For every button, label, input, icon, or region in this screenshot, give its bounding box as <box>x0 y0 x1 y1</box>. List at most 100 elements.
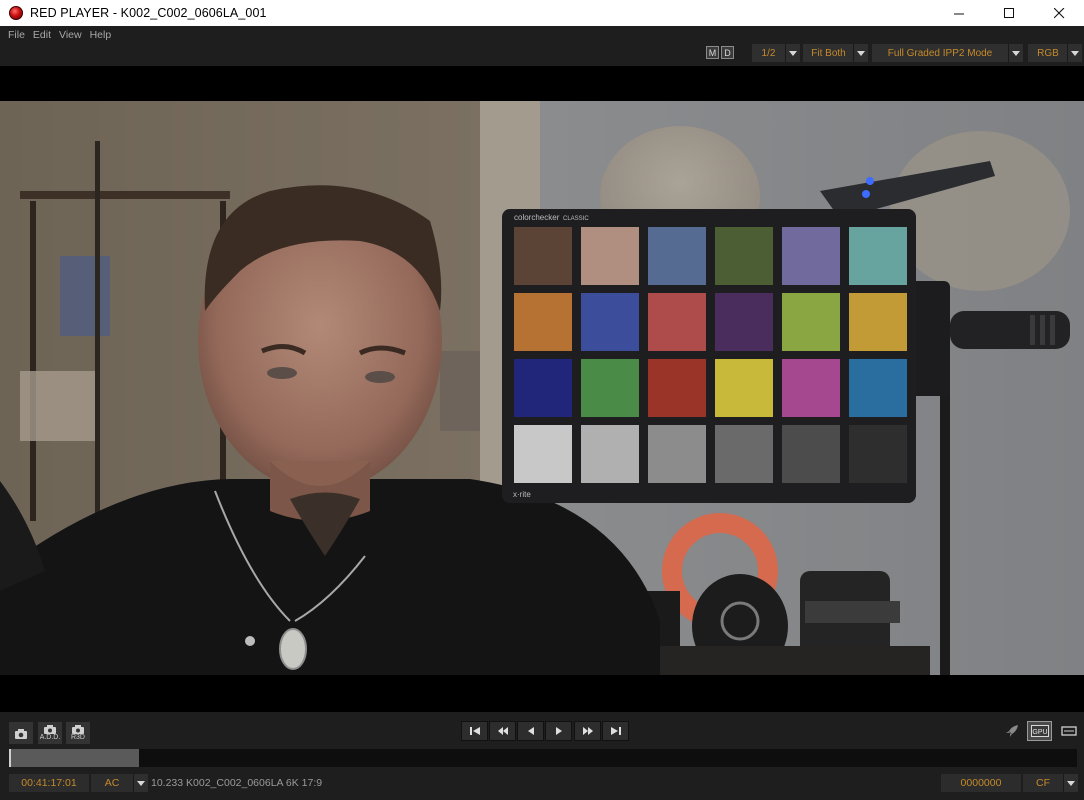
play-icon <box>555 727 562 735</box>
rocket-icon <box>1005 725 1018 737</box>
chart-brand-text: colorchecker <box>514 213 560 222</box>
red-app-icon <box>9 6 23 20</box>
minimize-button[interactable] <box>934 0 984 26</box>
color-patch <box>715 359 773 417</box>
clip-info-text: 10.233 K002_C002_0606LA 6K 17:9 <box>151 777 323 789</box>
chevron-down-icon <box>1071 50 1079 56</box>
snapshot-add-label: A.D.D. <box>39 734 61 741</box>
chart-maker-text: x·rite <box>513 490 531 499</box>
color-patch <box>782 293 840 351</box>
color-patch <box>648 359 706 417</box>
color-patch <box>648 293 706 351</box>
color-mode-dropdown[interactable]: Full Graded IPP2 Mode <box>872 44 1008 62</box>
video-viewer[interactable]: colorchecker CLASSIC x·rite <box>0 66 1084 712</box>
snapshot-button[interactable] <box>9 722 33 744</box>
color-patch <box>514 227 572 285</box>
chevron-down-icon <box>1067 780 1075 786</box>
play-button[interactable] <box>545 721 572 741</box>
frame-mode-arrow[interactable] <box>1063 774 1078 792</box>
color-patch <box>715 227 773 285</box>
menu-help[interactable]: Help <box>86 29 116 41</box>
chevron-down-icon <box>789 50 797 56</box>
gpu-toggle-button[interactable]: GPU <box>1027 721 1052 741</box>
maximize-icon <box>1003 7 1014 18</box>
red-player-window: RED PLAYER - K002_C002_0606LA_001 File E… <box>0 0 1084 800</box>
skip-to-end-icon <box>610 727 621 735</box>
close-button[interactable] <box>1034 0 1084 26</box>
menu-view[interactable]: View <box>55 29 86 41</box>
timecode-display: 00:41:17:01 <box>9 774 89 792</box>
close-icon <box>1053 7 1064 18</box>
menu-edit[interactable]: Edit <box>29 29 55 41</box>
fit-mode-dropdown-arrow[interactable] <box>853 44 868 62</box>
color-patch <box>849 293 907 351</box>
go-to-start-button[interactable] <box>461 721 488 741</box>
fast-reverse-icon <box>497 727 508 735</box>
color-patch <box>581 293 639 351</box>
monitor-d-button[interactable]: D <box>721 46 734 59</box>
video-frame-image: colorchecker CLASSIC x·rite <box>0 101 1084 675</box>
minimize-icon <box>953 13 964 14</box>
resolution-dropdown-arrow[interactable] <box>785 44 800 62</box>
color-patch <box>648 227 706 285</box>
viewer-toolbar: M D 1/2 Fit Both Full Graded IPP2 Mode R… <box>0 44 1084 66</box>
transport-bar: A.D.D. R3D GPU 00:41:17:01 AC 10.233 K00… <box>0 712 1084 800</box>
color-patch <box>782 359 840 417</box>
snapshot-r3d-button[interactable]: R3D <box>66 722 90 744</box>
monitor-m-button[interactable]: M <box>706 46 719 59</box>
color-patch <box>581 359 639 417</box>
maximize-button[interactable] <box>984 0 1034 26</box>
video-frame: colorchecker CLASSIC x·rite <box>0 101 1084 675</box>
menu-file[interactable]: File <box>4 29 29 41</box>
window-title: RED PLAYER - K002_C002_0606LA_001 <box>30 6 267 20</box>
color-mode-dropdown-arrow[interactable] <box>1008 44 1023 62</box>
chevron-down-icon <box>137 780 145 786</box>
rocket-toggle-button[interactable] <box>999 721 1024 741</box>
channel-dropdown[interactable]: RGB <box>1028 44 1068 62</box>
window-controls <box>934 0 1084 26</box>
gpu-icon: GPU <box>1030 725 1049 737</box>
color-patch <box>782 227 840 285</box>
color-patch <box>514 425 572 483</box>
fit-mode-dropdown[interactable]: Fit Both <box>803 44 854 62</box>
chart-variant-text: CLASSIC <box>563 216 589 222</box>
color-patch <box>581 425 639 483</box>
frame-mode-dropdown[interactable]: CF <box>1023 774 1063 792</box>
color-patch <box>514 293 572 351</box>
step-back-icon <box>527 727 534 735</box>
color-checker-chart: colorchecker CLASSIC x·rite <box>502 209 916 503</box>
skip-to-start-icon <box>469 727 480 735</box>
fast-reverse-button[interactable] <box>489 721 516 741</box>
frame-number-display: 0000000 <box>941 774 1021 792</box>
color-patch <box>648 425 706 483</box>
camera-icon <box>15 728 27 739</box>
fullscreen-button[interactable] <box>1056 721 1081 741</box>
step-back-button[interactable] <box>517 721 544 741</box>
timeline-progress <box>9 749 140 767</box>
fast-forward-icon <box>582 727 593 735</box>
go-to-end-button[interactable] <box>602 721 629 741</box>
color-patch <box>581 227 639 285</box>
resolution-dropdown[interactable]: 1/2 <box>752 44 785 62</box>
timeline-playhead[interactable] <box>9 749 11 767</box>
color-patch <box>782 425 840 483</box>
chevron-down-icon <box>857 50 865 56</box>
color-patch <box>849 227 907 285</box>
chevron-down-icon <box>1012 50 1020 56</box>
title-bar: RED PLAYER - K002_C002_0606LA_001 <box>0 0 1084 26</box>
snapshot-add-button[interactable]: A.D.D. <box>38 722 62 744</box>
color-patch <box>715 293 773 351</box>
timecode-mode-arrow[interactable] <box>133 774 148 792</box>
camera-icon <box>72 725 84 734</box>
fast-forward-button[interactable] <box>574 721 601 741</box>
channel-dropdown-arrow[interactable] <box>1067 44 1082 62</box>
snapshot-r3d-label: R3D <box>70 734 85 741</box>
camera-icon <box>44 725 56 734</box>
color-patch <box>849 359 907 417</box>
menu-bar: File Edit View Help <box>0 26 1084 44</box>
color-patch <box>849 425 907 483</box>
timecode-mode-dropdown[interactable]: AC <box>91 774 133 792</box>
color-patch <box>514 359 572 417</box>
timeline-scrubber[interactable] <box>9 749 1077 767</box>
gpu-label: GPU <box>1032 729 1047 736</box>
